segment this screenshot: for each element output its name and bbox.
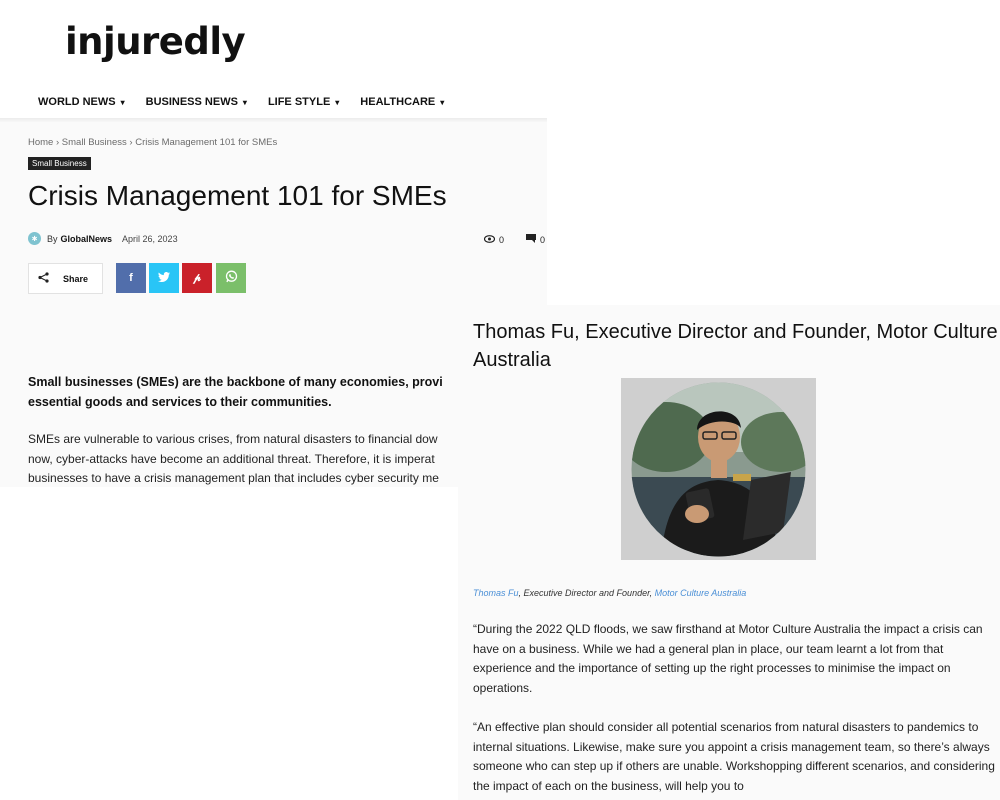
- twitter-share-button[interactable]: [149, 263, 179, 293]
- byline-prefix: By: [47, 233, 58, 244]
- caption-name-link[interactable]: Thomas Fu: [473, 588, 519, 598]
- share-label: Share: [63, 273, 89, 284]
- nav-world-news[interactable]: WORLD NEWS ▾: [38, 96, 125, 108]
- para-line: SMEs are vulnerable to various crises, f…: [28, 432, 438, 446]
- chevron-down-icon: ▾: [120, 97, 125, 107]
- quote-paragraph: “An effective plan should consider all p…: [473, 720, 995, 793]
- article-stats: 0 0: [483, 234, 546, 245]
- lead-paragraph: Small businesses (SMEs) are the backbone…: [28, 372, 458, 412]
- site-logo[interactable]: injuredly: [65, 20, 246, 63]
- comment-icon[interactable]: [526, 234, 537, 245]
- section-heading: Thomas Fu, Executive Director and Founde…: [473, 321, 998, 371]
- nav-label: WORLD NEWS: [38, 96, 116, 108]
- para-line: now, cyber-attacks have become an additi…: [28, 451, 435, 466]
- pinterest-share-button[interactable]: 𝓅: [182, 263, 212, 293]
- breadcrumb-home[interactable]: Home: [28, 137, 53, 148]
- chevron-down-icon: ▾: [242, 97, 247, 107]
- lead-line: Small businesses (SMEs) are the backbone…: [28, 375, 443, 389]
- breadcrumb-separator: ›: [55, 137, 60, 148]
- article-meta: ✱ By GlobalNews April 26, 2023: [28, 232, 178, 245]
- breadcrumb-separator: ›: [129, 137, 133, 148]
- caption-org-link[interactable]: Motor Culture Australia: [655, 588, 747, 598]
- whatsapp-share-button[interactable]: [216, 263, 246, 293]
- nav-label: BUSINESS NEWS: [145, 96, 238, 108]
- publish-date: April 26, 2023: [122, 233, 178, 244]
- nav-business-news[interactable]: BUSINESS NEWS ▾: [146, 96, 247, 108]
- quote-paragraph: “During the 2022 QLD floods, we saw firs…: [473, 622, 983, 695]
- whatsapp-icon: [225, 270, 238, 286]
- facebook-share-button[interactable]: f: [116, 263, 146, 293]
- twitter-icon: [158, 271, 170, 285]
- eye-icon: [483, 234, 496, 245]
- category-badge[interactable]: Small Business: [28, 157, 91, 170]
- facebook-icon: f: [129, 272, 133, 284]
- portrait-photo: [621, 378, 816, 560]
- share-icon: [38, 271, 49, 286]
- body-paragraph: SMEs are vulnerable to various crises, f…: [28, 430, 458, 487]
- chevron-down-icon: ▾: [440, 97, 445, 107]
- chevron-down-icon: ▾: [335, 97, 340, 107]
- breadcrumb: Home › Small Business › Crisis Managemen…: [28, 137, 277, 148]
- nav-life-style[interactable]: LIFE STYLE ▾: [268, 96, 339, 108]
- article-quote-screenshot: Thomas Fu, Executive Director and Founde…: [458, 305, 1000, 800]
- caption-role: , Executive Director and Founder,: [518, 588, 655, 598]
- nav-label: LIFE STYLE: [267, 96, 331, 108]
- breadcrumb-section[interactable]: Small Business: [62, 137, 127, 148]
- nav-healthcare[interactable]: HEALTHCARE ▾: [360, 96, 444, 108]
- para-line: businesses to have a crisis management p…: [28, 471, 439, 485]
- breadcrumb-current: Crisis Management 101 for SMEs: [135, 137, 278, 148]
- nav-label: HEALTHCARE: [360, 96, 436, 108]
- share-button[interactable]: Share: [28, 263, 103, 294]
- photo-caption: Thomas Fu, Executive Director and Founde…: [473, 588, 746, 598]
- view-count: 0: [499, 234, 505, 245]
- comment-count: 0: [540, 234, 546, 245]
- author-link[interactable]: GlobalNews: [61, 234, 113, 244]
- page-title: Crisis Management 101 for SMEs: [28, 180, 447, 211]
- pinterest-icon: 𝓅: [193, 271, 201, 284]
- main-nav: WORLD NEWS ▾ BUSINESS NEWS ▾ LIFE STYLE ▾ H…: [38, 96, 465, 108]
- author-avatar[interactable]: ✱: [28, 232, 41, 245]
- lead-line: essential goods and services to their co…: [28, 395, 332, 409]
